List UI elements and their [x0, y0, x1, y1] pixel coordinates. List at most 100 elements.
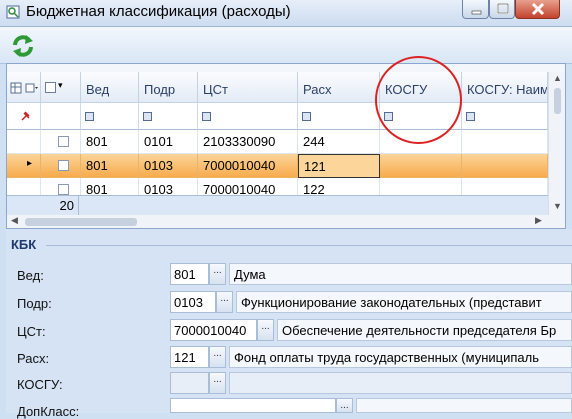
cell-cst[interactable]: 7000010040 — [198, 178, 298, 195]
scroll-down-icon[interactable]: ▼ — [553, 201, 562, 211]
row-indicator: ▸ — [7, 154, 41, 178]
scroll-right-icon[interactable]: ▶ — [535, 215, 542, 226]
row-checkbox[interactable] — [58, 184, 69, 195]
filter-cell-select[interactable] — [41, 103, 81, 130]
filter-cell-podr[interactable] — [139, 103, 198, 130]
podr-description: Функционирование законодательных (предст… — [236, 291, 572, 313]
podr-code-input[interactable]: 0103 — [170, 291, 216, 313]
field-label-podr: Подр: — [17, 296, 52, 311]
horizontal-scroll-thumb[interactable] — [25, 218, 137, 226]
column-header-kosgu-name[interactable]: КОСГУ: Наим — [462, 72, 548, 103]
column-header-cst[interactable]: ЦСт — [198, 72, 298, 103]
cell-podr[interactable]: 0103 — [139, 154, 198, 178]
grid-header-corner[interactable] — [7, 72, 41, 103]
row-select-cell[interactable] — [41, 154, 81, 178]
cell-kosgu-name[interactable] — [462, 130, 548, 154]
scroll-up-icon[interactable]: ▲ — [553, 73, 562, 83]
grid-footer: 20 — [7, 195, 565, 216]
refresh-icon — [13, 35, 33, 57]
close-icon — [531, 2, 545, 16]
column-header-podr[interactable]: Подр — [139, 72, 198, 103]
ved-description: Дума — [229, 263, 572, 285]
kosgu-code-input[interactable] — [170, 372, 209, 394]
cell-ved[interactable]: 801 — [81, 154, 139, 178]
kbk-section-title: КБК — [11, 237, 37, 252]
column-chooser-icon — [10, 82, 38, 94]
row-indicator — [7, 130, 41, 154]
field-label-kosgu: КОСГУ: — [17, 377, 63, 392]
kosgu-lookup-button[interactable]: ... — [209, 372, 226, 394]
cell-kosgu[interactable] — [380, 178, 462, 195]
table-row[interactable]: 801 0101 2103330090 244 — [7, 130, 548, 154]
filter-cell-rash[interactable] — [298, 103, 380, 130]
row-select-cell[interactable] — [41, 130, 81, 154]
vertical-scrollbar[interactable]: ▲ ▼ — [548, 72, 565, 215]
dop-klass-description — [356, 398, 572, 413]
column-header-rash[interactable]: Расх — [298, 72, 380, 103]
table-row-selected[interactable]: ▸ 801 0103 7000010040 121 — [7, 154, 548, 178]
maximize-button[interactable] — [489, 0, 515, 19]
dop-klass-code-input[interactable] — [170, 398, 336, 413]
rash-code-input[interactable]: 121 — [170, 346, 209, 368]
ved-code-input[interactable]: 801 — [170, 263, 209, 285]
filter-operator-icon[interactable] — [302, 112, 311, 121]
horizontal-scrollbar[interactable]: ◀ ▶ — [7, 215, 565, 228]
vertical-scroll-thumb[interactable] — [554, 88, 561, 114]
cell-kosgu-name[interactable] — [462, 178, 548, 195]
cell-rash-focused[interactable]: 121 — [298, 154, 380, 178]
cst-code-input[interactable]: 7000010040 — [170, 319, 257, 341]
filter-cell-kosgu-name[interactable] — [462, 103, 548, 130]
cell-kosgu[interactable] — [380, 154, 462, 178]
pin-filter-icon — [21, 111, 30, 121]
select-all-header[interactable]: ▾ — [41, 72, 81, 103]
cell-ved[interactable]: 801 — [81, 178, 139, 195]
filter-cell-ved[interactable] — [81, 103, 139, 130]
maximize-icon — [497, 3, 509, 14]
cell-cst[interactable]: 7000010040 — [198, 154, 298, 178]
field-label-cst: ЦСт: — [17, 324, 46, 339]
filter-operator-icon[interactable] — [202, 112, 211, 121]
close-button[interactable] — [515, 0, 560, 19]
row-checkbox[interactable] — [58, 136, 69, 147]
annotation-circle — [375, 56, 462, 144]
filter-cell-cst[interactable] — [198, 103, 298, 130]
field-label-dop-klass: ДопКласс: — [17, 404, 80, 419]
podr-lookup-button[interactable]: ... — [216, 291, 233, 313]
filter-operator-icon[interactable] — [143, 112, 152, 121]
kosgu-description — [229, 372, 572, 394]
cell-podr[interactable]: 0101 — [139, 130, 198, 154]
rash-description: Фонд оплаты труда государственных (муниц… — [229, 346, 572, 368]
cell-rash[interactable]: 122 — [298, 178, 380, 195]
column-header-ved[interactable]: Вед — [81, 72, 139, 103]
minimize-button[interactable] — [462, 0, 489, 19]
dop-klass-lookup-button[interactable]: ... — [336, 398, 353, 413]
search-window-icon — [6, 5, 20, 19]
window-title: Бюджетная классификация (расходы) — [26, 3, 291, 20]
field-label-ved: Вед: — [17, 268, 44, 283]
filter-operator-icon[interactable] — [466, 112, 475, 121]
filter-operator-icon[interactable] — [85, 112, 94, 121]
ved-lookup-button[interactable]: ... — [209, 263, 226, 285]
table-row[interactable]: 801 0103 7000010040 122 — [7, 178, 548, 195]
rash-lookup-button[interactable]: ... — [209, 346, 226, 368]
cell-cst[interactable]: 2103330090 — [198, 130, 298, 154]
scroll-left-icon[interactable]: ◀ — [11, 215, 18, 226]
record-count: 20 — [7, 196, 79, 216]
toolbar — [0, 27, 572, 64]
cst-lookup-button[interactable]: ... — [257, 319, 274, 341]
cell-podr[interactable]: 0103 — [139, 178, 198, 195]
cell-ved[interactable]: 801 — [81, 130, 139, 154]
cell-rash[interactable]: 244 — [298, 130, 380, 154]
current-row-arrow-icon: ▸ — [27, 158, 33, 169]
select-dropdown-icon[interactable]: ▾ — [58, 80, 63, 91]
kbk-divider — [46, 245, 572, 246]
row-select-cell[interactable] — [41, 178, 81, 195]
cst-description: Обеспечение деятельности председателя Бр — [277, 319, 572, 341]
filter-row-indicator — [7, 103, 41, 130]
cell-kosgu-name[interactable] — [462, 154, 548, 178]
minimize-icon — [471, 10, 482, 15]
refresh-button[interactable] — [8, 31, 38, 61]
data-grid: ▾ Вед Подр ЦСт Расх КОСГУ КОСГУ: Наим 80… — [6, 63, 566, 229]
row-checkbox[interactable] — [58, 160, 69, 171]
select-all-checkbox[interactable] — [45, 82, 56, 93]
